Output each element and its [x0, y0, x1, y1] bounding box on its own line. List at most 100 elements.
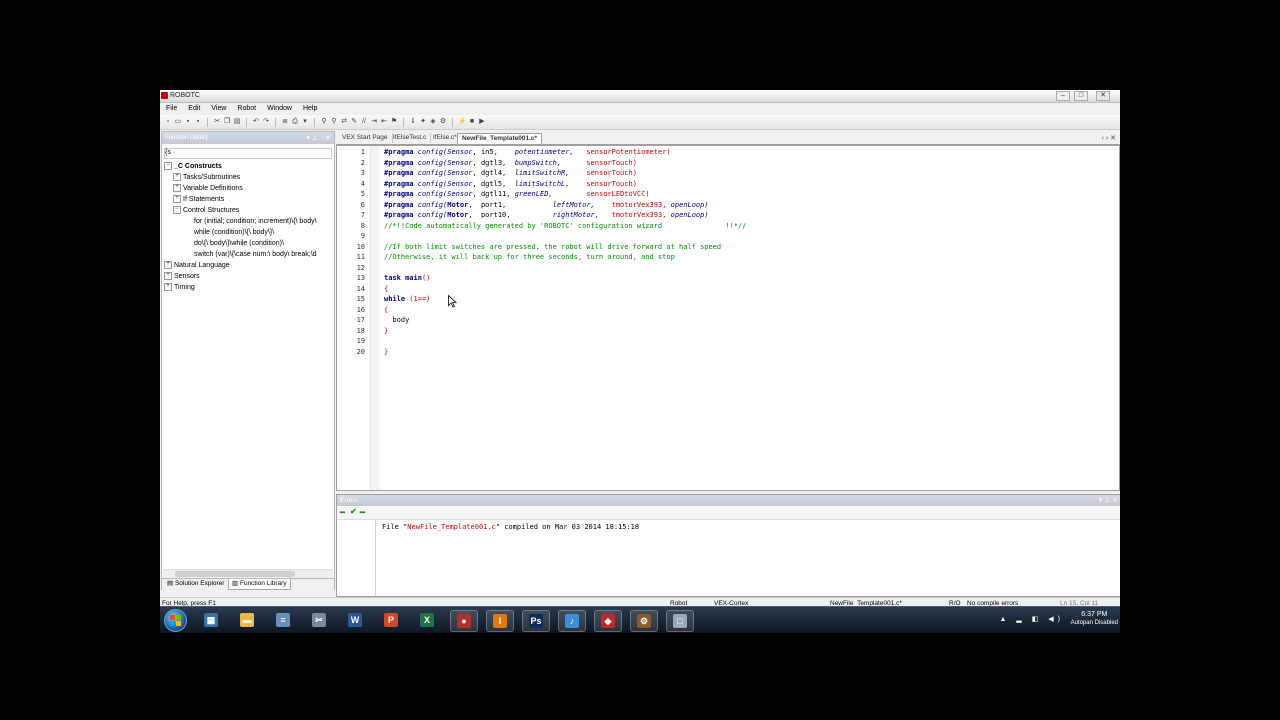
tree-node[interactable]: − Control Structures [164, 205, 332, 216]
tree-node[interactable]: for (initial; condition; increment)\{\ b… [164, 216, 332, 227]
maximize-button[interactable]: □ [1074, 91, 1088, 101]
code-line[interactable]: //If both limit switches are pressed, th… [384, 243, 721, 251]
code-line[interactable]: //Otherwise, it will back up for three s… [384, 253, 675, 261]
code-line[interactable]: } [384, 327, 388, 335]
code-line[interactable]: { [384, 306, 388, 314]
save-all-icon[interactable]: ▪ [194, 118, 202, 126]
code-line[interactable]: while (1==) [384, 295, 430, 303]
code-line[interactable]: body [384, 316, 409, 324]
bookmark-icon[interactable]: ⚑ [390, 118, 398, 126]
system-tray[interactable]: ▲ ▂ ◧ ◀) [1000, 615, 1064, 623]
copy-icon[interactable]: ❐ [223, 118, 231, 126]
replace-icon[interactable]: ⇄ [340, 118, 348, 126]
taskbar-app-button[interactable]: W [342, 610, 368, 630]
taskbar-app-button[interactable]: I [486, 610, 514, 632]
tab-solution-explorer[interactable]: ▤ Solution Explorer [164, 579, 227, 589]
indent-icon[interactable]: ⇥ [370, 118, 378, 126]
library-filter-dropdown[interactable]: {s · [164, 148, 332, 159]
scrollbar-thumb[interactable] [175, 571, 295, 577]
paste-icon[interactable]: ▤ [233, 118, 241, 126]
code-line[interactable]: { [384, 285, 388, 293]
msg-file-link[interactable]: NewFile_Template001.c [407, 523, 496, 531]
menu-help[interactable]: Help [297, 103, 322, 112]
tree-node[interactable]: + Variable Definitions [164, 183, 332, 194]
expand-icon[interactable]: + [164, 272, 172, 281]
tab-ifelsetest[interactable]: IfElseTest.c [389, 133, 432, 143]
code-line[interactable]: #pragma config(Sensor, in5, potentiomete… [384, 148, 671, 156]
open-file-icon[interactable]: ▭ [174, 118, 182, 126]
expand-icon[interactable]: + [173, 173, 181, 182]
taskbar-app-button[interactable]: ✂ [306, 610, 332, 630]
menu-window[interactable]: Window [261, 103, 297, 112]
tree-node[interactable]: + Natural Language [164, 260, 332, 271]
tab-vex-start-page[interactable]: VEX Start Page [338, 133, 393, 143]
menu-robot[interactable]: Robot [231, 103, 261, 112]
taskbar-app-button[interactable]: ▬ [234, 610, 260, 630]
tree-node[interactable]: + If Statements [164, 194, 332, 205]
code-line[interactable]: } [384, 348, 388, 356]
tree-node[interactable]: while (condition)\{\ body\}\ [164, 227, 332, 238]
code-area[interactable]: #pragma config(Sensor, in5, potentiomete… [337, 146, 1119, 490]
collapse-icon[interactable]: − [164, 162, 172, 171]
code-line[interactable]: task main() [384, 274, 430, 282]
code-line[interactable]: #pragma config(Sensor, dgtl3, bumpSwitch… [384, 159, 637, 167]
tree-node[interactable]: + Sensors [164, 271, 332, 282]
find-next-icon[interactable]: ⚲ [330, 118, 338, 126]
panel-close-icon[interactable]: ✕ [325, 134, 331, 142]
stop-icon[interactable]: ■ [468, 118, 476, 126]
taskbar-app-button[interactable]: P [378, 610, 404, 630]
download-icon[interactable]: ⇓ [409, 118, 417, 126]
new-file-icon[interactable]: ▫ [164, 118, 172, 126]
tab-function-library[interactable]: ▥ Function Library [228, 579, 291, 590]
expand-icon[interactable]: + [173, 184, 181, 193]
settings-icon[interactable]: ⚙ [439, 118, 447, 126]
taskbar-app-button[interactable]: X [414, 610, 440, 630]
taskbar-clock[interactable]: 6:37 PM Autopan Disabled [1071, 610, 1118, 628]
prev-error-icon[interactable]: ━ [340, 508, 345, 517]
dropdown-icon[interactable]: ▾ [301, 118, 309, 126]
save-icon[interactable]: ▪ [184, 118, 192, 126]
taskbar-app-button[interactable]: ⚙ [630, 610, 658, 632]
redo-icon[interactable]: ↷ [262, 118, 270, 126]
cut-icon[interactable]: ✂ [213, 118, 221, 126]
menu-file[interactable]: File [160, 103, 182, 112]
debug-icon[interactable]: ✦ [419, 118, 427, 126]
minimize-button[interactable]: – [1056, 91, 1070, 101]
check-icon[interactable]: ✔ [350, 507, 357, 516]
taskbar-app-button[interactable]: ◆ [594, 610, 622, 632]
taskbar-app-button[interactable]: □ [666, 610, 694, 632]
errors-close-icon[interactable]: ▾ ⊥ ✕ [1099, 496, 1118, 504]
code-line[interactable]: #pragma config(Motor, port10, rightMotor… [384, 211, 709, 219]
collapse-icon[interactable]: − [173, 206, 181, 215]
expand-icon[interactable]: + [173, 195, 181, 204]
horizontal-scrollbar[interactable] [163, 569, 333, 578]
expand-icon[interactable]: + [164, 283, 172, 292]
expand-icon[interactable]: + [164, 261, 172, 270]
menu-edit[interactable]: Edit [182, 103, 205, 112]
tab-nav-icons[interactable]: ‹ › ✕ [1102, 134, 1116, 142]
code-line[interactable]: #pragma config(Sensor, dgtl5, limitSwitc… [384, 180, 637, 188]
tree-node[interactable]: do\{\ body\}\while (condition)\ [164, 238, 332, 249]
format-icon[interactable]: ≣ [281, 118, 289, 126]
comment-icon[interactable]: // [360, 118, 368, 126]
undo-icon[interactable]: ↶ [252, 118, 260, 126]
tool-icon[interactable]: ✎ [350, 118, 358, 126]
find-icon[interactable]: ⚲ [320, 118, 328, 126]
code-editor[interactable]: 1 2 3 4 5 6 7 8 9 10 11 12 13 14 15 16 17 18 19 20 #pragma … [336, 145, 1120, 491]
compile-icon[interactable]: ◈ [429, 118, 437, 126]
code-line[interactable]: //*!!Code automatically generated by 'RO… [384, 222, 746, 230]
tree-node[interactable]: − _C Constructs [164, 161, 332, 172]
tree-node[interactable]: switch (var)\{\case num:\ body\ break;\d [164, 249, 332, 260]
next-error-icon[interactable]: ━ [360, 508, 365, 517]
menu-view[interactable]: View [205, 103, 231, 112]
pin-icon[interactable]: ▾ ⊥ [306, 134, 318, 142]
tree-node[interactable]: + Tasks/Subroutines [164, 172, 332, 183]
taskbar-app-button[interactable]: ≡ [270, 610, 296, 630]
print-icon[interactable]: ⎙ [291, 118, 299, 126]
taskbar-app-button[interactable]: Ps [522, 610, 550, 632]
start-button[interactable] [164, 609, 187, 632]
code-line[interactable]: #pragma config(Motor, port1, leftMotor, … [384, 201, 709, 209]
tree-node[interactable]: + Timing [164, 282, 332, 293]
close-button[interactable]: ✕ [1096, 91, 1110, 101]
tab-newfile-template[interactable]: NewFile_Template001.c* [457, 133, 543, 144]
